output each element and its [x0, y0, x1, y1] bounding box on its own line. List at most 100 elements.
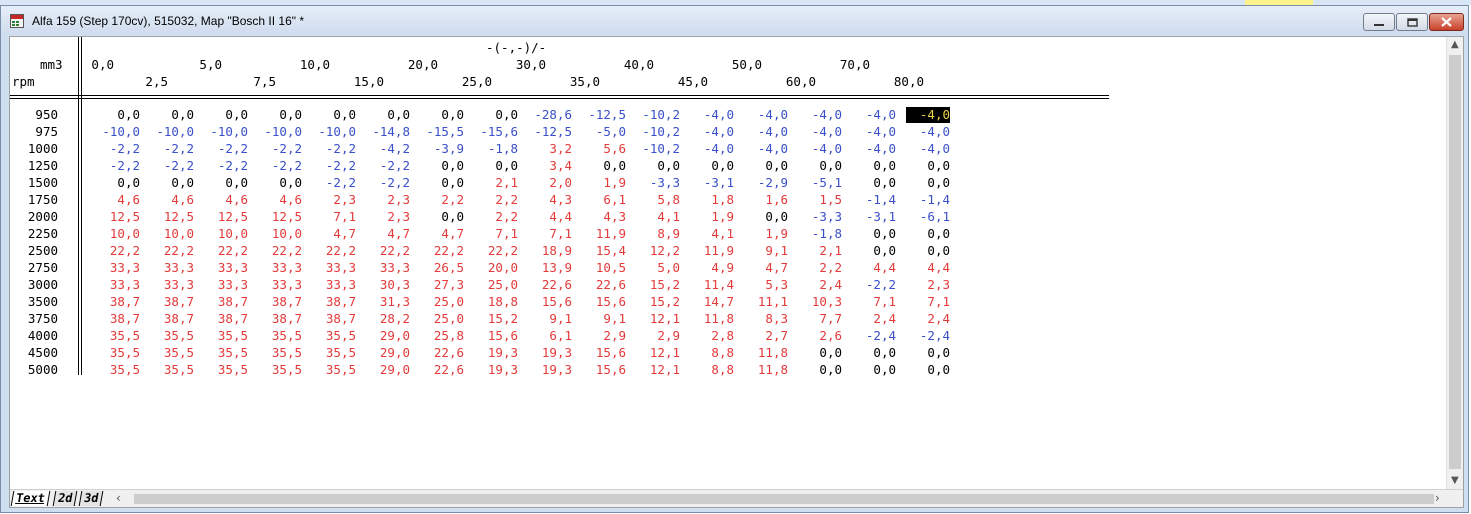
map-cell[interactable]: -2,2 [196, 141, 248, 157]
map-cell[interactable]: -10,2 [628, 141, 680, 157]
map-cell[interactable]: 18,8 [466, 294, 518, 310]
map-cell[interactable]: 3,2 [520, 141, 572, 157]
map-cell[interactable]: 35,5 [304, 362, 356, 378]
map-cell[interactable]: 0,0 [844, 175, 896, 191]
map-cell[interactable]: 15,6 [574, 345, 626, 361]
map-cell[interactable]: 38,7 [142, 311, 194, 327]
map-cell[interactable]: -2,2 [250, 141, 302, 157]
map-cell[interactable]: 2,1 [466, 175, 518, 191]
map-cell[interactable]: 8,3 [736, 311, 788, 327]
map-cell[interactable]: 33,3 [196, 260, 248, 276]
map-cell[interactable]: 10,0 [250, 226, 302, 242]
map-cell[interactable]: 22,2 [88, 243, 140, 259]
map-cell[interactable]: 10,0 [142, 226, 194, 242]
map-cell[interactable]: 12,5 [142, 209, 194, 225]
map-cell[interactable]: 0,0 [88, 107, 140, 123]
map-cell[interactable]: 8,8 [682, 362, 734, 378]
map-cell[interactable]: 27,3 [412, 277, 464, 293]
map-cell[interactable]: -3,1 [682, 175, 734, 191]
map-cell[interactable]: 4,9 [682, 260, 734, 276]
map-cell[interactable]: -12,5 [574, 107, 626, 123]
map-cell[interactable]: 0,0 [196, 107, 248, 123]
map-cell[interactable]: 35,5 [142, 362, 194, 378]
map-cell[interactable]: 29,0 [358, 362, 410, 378]
map-cell[interactable]: -2,2 [844, 277, 896, 293]
map-cell[interactable]: 38,7 [304, 311, 356, 327]
map-cell[interactable]: 0,0 [844, 158, 896, 174]
map-cell[interactable]: 11,9 [574, 226, 626, 242]
map-cell[interactable]: 5,3 [736, 277, 788, 293]
map-cell[interactable]: 7,1 [844, 294, 896, 310]
map-cell[interactable]: -3,3 [628, 175, 680, 191]
map-cell[interactable]: 22,2 [304, 243, 356, 259]
map-cell[interactable]: 0,0 [844, 243, 896, 259]
close-button[interactable] [1429, 13, 1464, 31]
map-cell[interactable]: 5,8 [628, 192, 680, 208]
map-cell[interactable]: 8,8 [682, 345, 734, 361]
map-cell[interactable]: 4,1 [628, 209, 680, 225]
map-cell[interactable]: 2,4 [790, 277, 842, 293]
map-cell[interactable]: -4,0 [682, 141, 734, 157]
map-cell[interactable]: 3,4 [520, 158, 572, 174]
map-cell[interactable]: -2,2 [196, 158, 248, 174]
map-cell[interactable]: 0,0 [142, 107, 194, 123]
title-bar[interactable]: Alfa 159 (Step 170cv), 515032, Map "Bosc… [1, 6, 1468, 35]
map-cell[interactable]: 0,0 [736, 209, 788, 225]
map-cell[interactable]: 33,3 [304, 260, 356, 276]
map-cell[interactable]: 5,6 [574, 141, 626, 157]
map-cell[interactable]: 0,0 [142, 175, 194, 191]
map-cell[interactable]: 0,0 [844, 362, 896, 378]
map-cell[interactable]: -10,2 [628, 107, 680, 123]
map-cell[interactable]: 6,1 [574, 192, 626, 208]
map-cell[interactable]: -3,3 [790, 209, 842, 225]
map-cell[interactable]: 9,1 [574, 311, 626, 327]
map-cell[interactable]: 19,3 [520, 362, 572, 378]
map-cell[interactable]: 11,1 [736, 294, 788, 310]
map-cell[interactable]: 22,2 [466, 243, 518, 259]
map-cell[interactable]: -6,1 [898, 209, 950, 225]
map-cell[interactable]: 2,2 [412, 192, 464, 208]
map-cell[interactable]: 7,1 [520, 226, 572, 242]
map-cell[interactable]: 25,0 [412, 311, 464, 327]
map-cell[interactable]: 22,6 [574, 277, 626, 293]
map-cell[interactable]: -4,0 [844, 124, 896, 140]
map-cell[interactable]: 15,6 [574, 362, 626, 378]
map-cell[interactable]: 4,6 [196, 192, 248, 208]
map-cell[interactable]: 7,1 [898, 294, 950, 310]
map-cell[interactable]: 11,8 [736, 345, 788, 361]
map-cell[interactable]: -28,6 [520, 107, 572, 123]
map-cell[interactable]: -1,8 [466, 141, 518, 157]
map-cell[interactable]: -4,0 [790, 141, 842, 157]
map-cell[interactable]: 0,0 [844, 345, 896, 361]
map-cell[interactable]: 0,0 [574, 158, 626, 174]
map-cell[interactable]: 6,1 [520, 328, 572, 344]
map-cell[interactable]: 35,5 [304, 328, 356, 344]
map-cell[interactable]: 25,0 [466, 277, 518, 293]
map-cell[interactable]: -2,2 [88, 158, 140, 174]
map-cell[interactable]: 0,0 [736, 158, 788, 174]
map-cell[interactable]: 0,0 [358, 107, 410, 123]
map-cell[interactable]: 22,2 [196, 243, 248, 259]
map-cell[interactable]: 2,7 [736, 328, 788, 344]
map-cell[interactable]: 7,7 [790, 311, 842, 327]
map-cell[interactable]: 22,6 [412, 345, 464, 361]
map-cell[interactable]: 11,4 [682, 277, 734, 293]
map-cell[interactable]: -4,0 [906, 107, 950, 123]
scroll-left-icon[interactable]: ‹ [116, 491, 121, 505]
map-cell[interactable]: 22,2 [358, 243, 410, 259]
map-cell[interactable]: 10,0 [88, 226, 140, 242]
map-cell[interactable]: 33,3 [142, 277, 194, 293]
map-cell[interactable]: -4,0 [790, 107, 842, 123]
map-cell[interactable]: 0,0 [304, 107, 356, 123]
map-cell[interactable]: 0,0 [250, 175, 302, 191]
map-cell[interactable]: 35,5 [88, 328, 140, 344]
map-cell[interactable]: 7,1 [466, 226, 518, 242]
map-cell[interactable]: 0,0 [250, 107, 302, 123]
map-cell[interactable]: 2,3 [358, 209, 410, 225]
map-cell[interactable]: 1,5 [790, 192, 842, 208]
map-cell[interactable]: 10,5 [574, 260, 626, 276]
minimize-button[interactable] [1363, 13, 1395, 31]
map-cell[interactable]: 9,1 [736, 243, 788, 259]
map-cell[interactable]: 35,5 [88, 362, 140, 378]
map-cell[interactable]: 2,4 [898, 311, 950, 327]
